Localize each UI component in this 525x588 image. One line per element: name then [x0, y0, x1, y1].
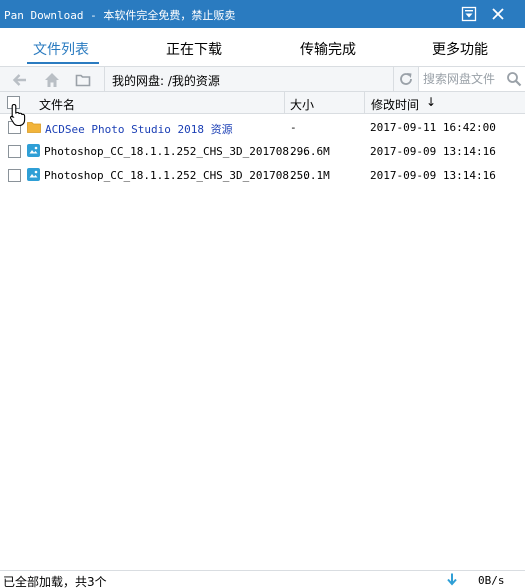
column-header-size[interactable]: 大小 [290, 96, 314, 113]
tab-downloading[interactable]: 正在下载 [166, 39, 222, 59]
back-arrow-icon[interactable] [11, 71, 29, 89]
file-name[interactable]: ACDSee Photo Studio 2018 资源 [45, 121, 233, 137]
hand-cursor-icon [9, 103, 27, 130]
search-icon[interactable] [506, 71, 522, 90]
file-modified: 2017-09-09 13:14:16 [370, 169, 496, 182]
tab-completed[interactable]: 传输完成 [300, 39, 356, 59]
file-modified: 2017-09-11 16:42:00 [370, 121, 496, 134]
table-row[interactable]: ACDSee Photo Studio 2018 资源 - 2017-09-11… [0, 115, 525, 139]
active-tab-indicator [27, 62, 99, 64]
refresh-icon [400, 73, 412, 85]
tab-more-features[interactable]: 更多功能 [432, 39, 488, 59]
window-title: Pan Download - 本软件完全免费，禁止贩卖 [4, 9, 236, 22]
refresh-button[interactable] [393, 67, 417, 91]
close-icon[interactable] [490, 6, 506, 22]
search-box [418, 67, 525, 91]
file-size: 296.6M [290, 145, 330, 158]
load-status: 已全部加载，共3个 [3, 575, 107, 588]
file-icon [27, 168, 40, 181]
file-size: 250.1M [290, 169, 330, 182]
home-icon[interactable] [43, 71, 61, 89]
file-name[interactable]: Photoshop_CC_18.1.1.252_CHS_3D_201708... [44, 169, 309, 182]
download-speed: 0B/s [478, 574, 505, 587]
sort-descending-icon: ↓ [426, 95, 437, 109]
column-header-modified[interactable]: 修改时间 [371, 96, 419, 113]
table-row[interactable]: Photoshop_CC_18.1.1.252_CHS_3D_201708...… [0, 139, 525, 163]
row-checkbox[interactable] [8, 145, 21, 158]
file-icon [27, 144, 40, 157]
file-modified: 2017-09-09 13:14:16 [370, 145, 496, 158]
navigation-toolbar: 我的网盘: /我的资源 [0, 66, 525, 92]
file-name[interactable]: Photoshop_CC_18.1.1.252_CHS_3D_201708... [44, 145, 309, 158]
main-tabs: 文件列表 正在下载 传输完成 更多功能 [0, 28, 525, 66]
column-divider[interactable] [284, 92, 285, 113]
column-divider[interactable] [364, 92, 365, 113]
folder-nav-icon[interactable] [74, 71, 92, 89]
status-bar: 已全部加载，共3个 0B/s [0, 570, 525, 588]
breadcrumb: 我的网盘: /我的资源 [104, 67, 390, 91]
folder-icon [27, 121, 41, 134]
column-header-name[interactable]: 文件名 [39, 96, 75, 113]
file-table-header: 文件名 大小 修改时间 ↓ [0, 92, 525, 114]
title-bar: Pan Download - 本软件完全免费，禁止贩卖 [0, 0, 525, 28]
row-checkbox[interactable] [8, 169, 21, 182]
search-input[interactable] [423, 70, 501, 88]
current-path: 我的网盘: /我的资源 [112, 74, 220, 88]
file-size: - [290, 121, 297, 134]
menu-dropdown-icon[interactable] [461, 6, 477, 22]
table-row[interactable]: Photoshop_CC_18.1.1.252_CHS_3D_201708...… [0, 163, 525, 187]
download-speed-icon [447, 573, 457, 588]
tab-file-list[interactable]: 文件列表 [33, 39, 89, 59]
